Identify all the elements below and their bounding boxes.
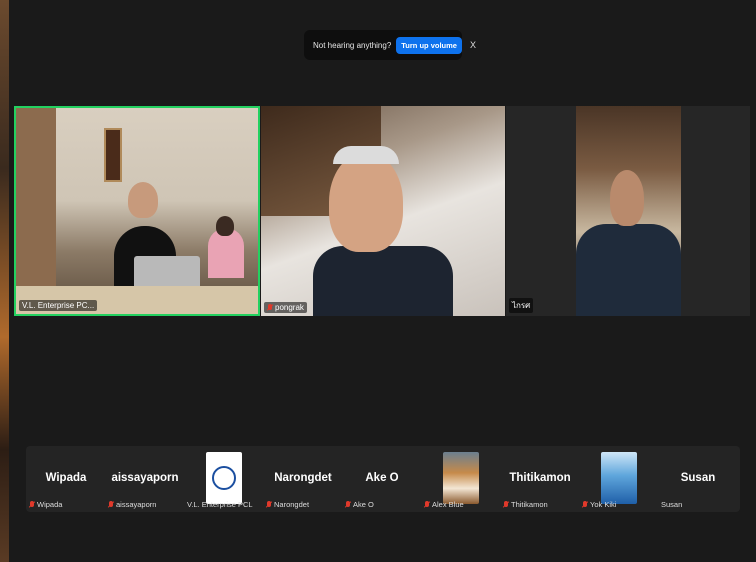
- logo-ring: [212, 466, 236, 490]
- person-head: [610, 170, 644, 226]
- participant-tile[interactable]: Thitikamon Thitikamon: [500, 446, 580, 512]
- participant-label: Thitikamon: [511, 500, 548, 509]
- notice-message: Not hearing anything?: [313, 40, 392, 50]
- muted-mic-icon: [108, 500, 114, 509]
- participant-label: Narongdet: [274, 500, 310, 509]
- dog-avatar: [443, 452, 479, 504]
- participant-tile[interactable]: Ake O Ake O: [342, 446, 422, 512]
- person-head: [128, 182, 158, 218]
- participant-tile[interactable]: Narongdet Narongdet: [263, 446, 343, 512]
- participant-strip: Wipada Wipada aissayaporn aissayaporn V.…: [26, 446, 740, 512]
- video-background: [16, 108, 56, 314]
- wall-picture: [104, 128, 122, 182]
- video-tile-1[interactable]: V.L. Enterprise PC...: [14, 106, 260, 316]
- turn-up-volume-button[interactable]: Turn up volume: [396, 36, 462, 54]
- participant-tile[interactable]: aissayaporn aissayaporn: [105, 446, 185, 512]
- muted-mic-icon: [582, 500, 588, 509]
- participant-label: Alex Blue: [432, 500, 464, 509]
- company-logo-avatar: [206, 452, 242, 504]
- background-photo-strip: [0, 0, 9, 562]
- participant-label: Susan: [661, 500, 683, 509]
- participant-tile[interactable]: Wipada Wipada: [26, 446, 106, 512]
- participant-tile[interactable]: Yok Kiki: [579, 446, 659, 512]
- participant-label: V.L. Enterprise PCL: [187, 500, 253, 509]
- muted-mic-icon: [503, 500, 509, 509]
- participant-name: Thitikamon: [509, 472, 571, 484]
- video-tile-2[interactable]: pongrak: [261, 106, 505, 316]
- participant-name: Wipada: [45, 472, 87, 484]
- audio-notice: Not hearing anything? Turn up volume X: [304, 30, 476, 60]
- person-hair: [333, 146, 399, 164]
- tile-name-label: ไกรศ: [509, 298, 534, 313]
- sky-avatar: [601, 452, 637, 504]
- video-feed: [576, 106, 681, 316]
- participant-name: Ake O: [365, 472, 399, 484]
- participant-tile[interactable]: V.L. Enterprise PCL: [184, 446, 264, 512]
- participant-name: aissayaporn: [111, 472, 179, 484]
- participant-tile[interactable]: Alex Blue: [421, 446, 501, 512]
- video-tile-3[interactable]: ไกรศ: [506, 106, 750, 316]
- participant-label: aissayaporn: [116, 500, 157, 509]
- participant-label: Wipada: [37, 500, 63, 509]
- participant-name: Susan: [680, 472, 716, 484]
- person-body: [576, 224, 681, 316]
- person-head-2: [216, 216, 234, 236]
- person-body: [313, 246, 453, 316]
- person-head: [329, 152, 403, 252]
- close-icon[interactable]: X: [470, 40, 476, 50]
- muted-mic-icon: [266, 500, 272, 509]
- participant-label: Ake O: [353, 500, 374, 509]
- participant-name: Narongdet: [274, 472, 332, 484]
- muted-mic-icon: [345, 500, 351, 509]
- participant-label: Yok Kiki: [590, 500, 617, 509]
- participant-tile[interactable]: Susan Susan: [658, 446, 738, 512]
- tile-name-label: pongrak: [264, 302, 307, 313]
- tile-name-label: V.L. Enterprise PC...: [19, 300, 98, 311]
- muted-mic-icon: [29, 500, 35, 509]
- muted-mic-icon: [424, 500, 430, 509]
- muted-mic-icon: [267, 303, 273, 312]
